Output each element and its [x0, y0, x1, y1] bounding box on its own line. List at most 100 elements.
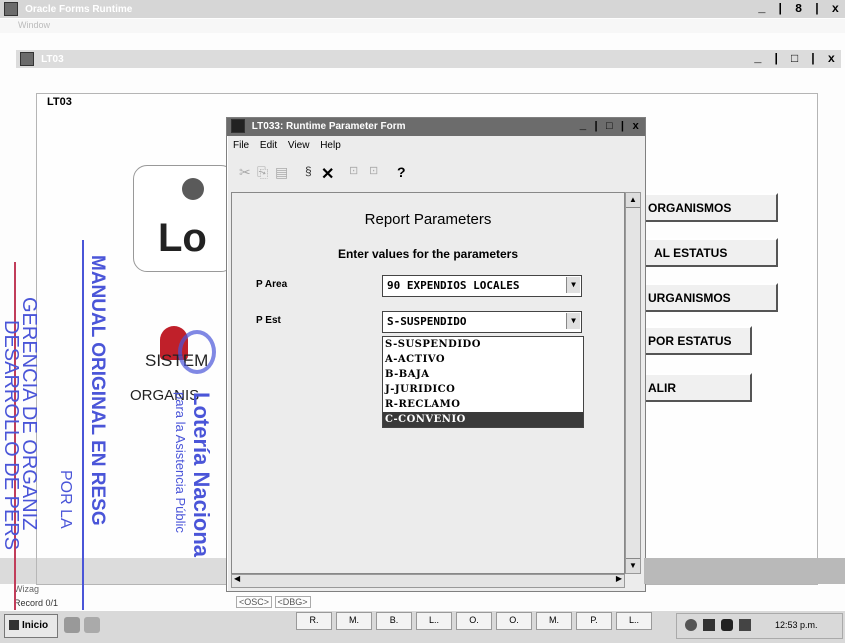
- p-est-dropdown-list: S-SUSPENDIDO A-ACTIVO B-BAJA J-JURIDICO …: [382, 336, 584, 428]
- scroll-down-icon[interactable]: ▼: [626, 558, 640, 573]
- taskbar-button-7[interactable]: M.: [536, 612, 572, 630]
- menu-file[interactable]: File: [233, 140, 249, 151]
- stamp-text-por-la: POR LA: [57, 470, 74, 529]
- app-logo: Lo: [133, 165, 235, 272]
- side-button-salir[interactable]: ALIR: [640, 373, 752, 402]
- p-est-select[interactable]: S-SUSPENDIDO ▼: [382, 311, 582, 333]
- taskbar-button-4[interactable]: L..: [416, 612, 452, 630]
- status-band-left: [0, 558, 226, 584]
- list-item[interactable]: R-RECLAMO: [383, 397, 583, 412]
- stamp-text-main: MANUAL ORIGINAL EN RESG: [87, 255, 108, 526]
- tray-icon[interactable]: [703, 619, 715, 631]
- quick-launch-icon[interactable]: [84, 617, 100, 633]
- taskbar-button-label: L..: [628, 615, 639, 625]
- list-item[interactable]: A-ACTIVO: [383, 352, 583, 367]
- cut-icon[interactable]: ✂: [239, 164, 251, 181]
- dialog-app-icon: [231, 119, 245, 134]
- dialog-title-bar: LT033: Runtime Parameter Form _ | □ | x: [227, 118, 645, 136]
- start-button[interactable]: Inicio: [4, 614, 58, 638]
- outer-menu-bar: Window: [0, 19, 845, 33]
- side-button-label: ORGANISMOS: [648, 200, 732, 215]
- menu-edit[interactable]: Edit: [260, 140, 277, 151]
- dialog-toolbar: ✂ ⎘ ▤ § ✕ ⊡ ⊡ ?: [233, 164, 633, 186]
- stamp-brand-sub: para la Asistencia Públic: [173, 392, 188, 533]
- status-band: [644, 558, 845, 584]
- tray-icon[interactable]: [685, 619, 697, 631]
- taskbar-button-5[interactable]: O.: [456, 612, 492, 630]
- side-button-label: URGANISMOS: [648, 290, 731, 305]
- taskbar-button-6[interactable]: O.: [496, 612, 532, 630]
- status-line-1: Wizag: [14, 584, 40, 594]
- list-item-selected[interactable]: C-CONVENIO: [383, 412, 583, 427]
- parameters-subheading: Enter values for the parameters: [337, 247, 519, 261]
- side-button-urganismos[interactable]: URGANISMOS: [640, 283, 778, 312]
- inner-window-title: LT03: [41, 54, 64, 65]
- paste-icon[interactable]: ▤: [275, 164, 288, 181]
- p-est-label: P Est: [256, 315, 281, 326]
- dialog-menu-bar: File Edit View Help: [233, 140, 341, 151]
- lt03-panel-label: LT03: [47, 96, 72, 108]
- inner-title-bar: LT03 _ | □ | x: [16, 50, 841, 68]
- stamp-brand: Lotería Naciona: [189, 392, 214, 558]
- taskbar-button-8[interactable]: P.: [576, 612, 612, 630]
- taskbar-button-1[interactable]: R.: [296, 612, 332, 630]
- parameter-form-window: LT033: Runtime Parameter Form _ | □ | x …: [226, 117, 646, 592]
- p-area-select[interactable]: 90 EXPENDIOS LOCALES ▼: [382, 275, 582, 297]
- p-est-value: S-SUSPENDIDO: [387, 315, 467, 328]
- side-button-al-estatus[interactable]: AL ESTATUS: [640, 238, 778, 267]
- parameter-content-area: Report Parameters Enter values for the p…: [231, 192, 625, 574]
- chevron-down-icon[interactable]: ▼: [566, 313, 580, 329]
- side-button-label: POR ESTATUS: [648, 333, 732, 348]
- p-area-label: P Area: [256, 279, 288, 290]
- chevron-down-icon[interactable]: ▼: [566, 277, 580, 293]
- scroll-up-icon[interactable]: ▲: [626, 193, 640, 208]
- menu-help[interactable]: Help: [320, 140, 341, 151]
- taskbar-button-9[interactable]: L..: [616, 612, 652, 630]
- scroll-left-icon[interactable]: ◀: [234, 574, 240, 583]
- oracle-app-icon: [4, 2, 18, 17]
- taskbar-button-label: B.: [389, 615, 399, 625]
- report-parameters-heading: Report Parameters: [364, 211, 492, 228]
- record-counter: Record 0/1: [14, 598, 59, 608]
- horizontal-scrollbar[interactable]: ◀ ▶: [231, 574, 625, 588]
- taskbar-button-label: R.: [309, 615, 319, 625]
- logo-emblem-icon: [182, 178, 204, 200]
- taskbar-button-3[interactable]: B.: [376, 612, 412, 630]
- side-button-por-estatus[interactable]: POR ESTATUS: [640, 326, 752, 355]
- p-area-value: 90 EXPENDIOS LOCALES: [387, 279, 520, 292]
- taskbar-button-label: O.: [469, 615, 479, 625]
- logo-text: Lo: [158, 216, 207, 260]
- taskbar-button-2[interactable]: M.: [336, 612, 372, 630]
- outer-window-controls[interactable]: _ | 8 | x: [758, 0, 841, 18]
- list-item[interactable]: S-SUSPENDIDO: [383, 337, 583, 352]
- tray-icon[interactable]: [739, 619, 751, 631]
- status-chip-osc: <OSC>: [236, 596, 273, 608]
- tray-icon[interactable]: [721, 619, 733, 631]
- quick-launch-icon[interactable]: [64, 617, 80, 633]
- list-item[interactable]: J-JURIDICO: [383, 382, 583, 397]
- menu-view[interactable]: View: [288, 140, 310, 151]
- inner-window-controls[interactable]: _ | □ | x: [754, 50, 837, 68]
- close-icon[interactable]: ✕: [321, 164, 334, 184]
- status-chip-dbg: <DBG>: [274, 596, 311, 608]
- menu-window[interactable]: Window: [18, 20, 50, 30]
- clock: 12:53 p.m.: [775, 620, 818, 630]
- windows-logo-icon: [9, 620, 19, 631]
- dialog-title: LT033: Runtime Parameter Form: [251, 121, 406, 132]
- taskbar-button-label: L..: [428, 615, 439, 625]
- stamp-border-line: [82, 240, 84, 640]
- list-item[interactable]: B-BAJA: [383, 367, 583, 382]
- taskbar-button-label: P.: [590, 615, 598, 625]
- taskbar-button-label: M.: [349, 615, 359, 625]
- outer-title-bar: Oracle Forms Runtime _ | 8 | x: [0, 0, 845, 18]
- status-chips: <OSC> <DBG>: [236, 596, 311, 608]
- dialog-window-controls[interactable]: _ | □ | x: [580, 118, 639, 136]
- help-icon[interactable]: ?: [397, 164, 406, 180]
- last-page-icon[interactable]: ⊡: [369, 164, 378, 177]
- run-icon[interactable]: §: [305, 164, 312, 178]
- vertical-scrollbar[interactable]: ▲ ▼: [625, 192, 641, 574]
- copy-icon[interactable]: ⎘: [257, 164, 268, 181]
- first-page-icon[interactable]: ⊡: [349, 164, 358, 177]
- side-button-organismos[interactable]: ORGANISMOS: [640, 193, 778, 222]
- scroll-right-icon[interactable]: ▶: [616, 574, 622, 583]
